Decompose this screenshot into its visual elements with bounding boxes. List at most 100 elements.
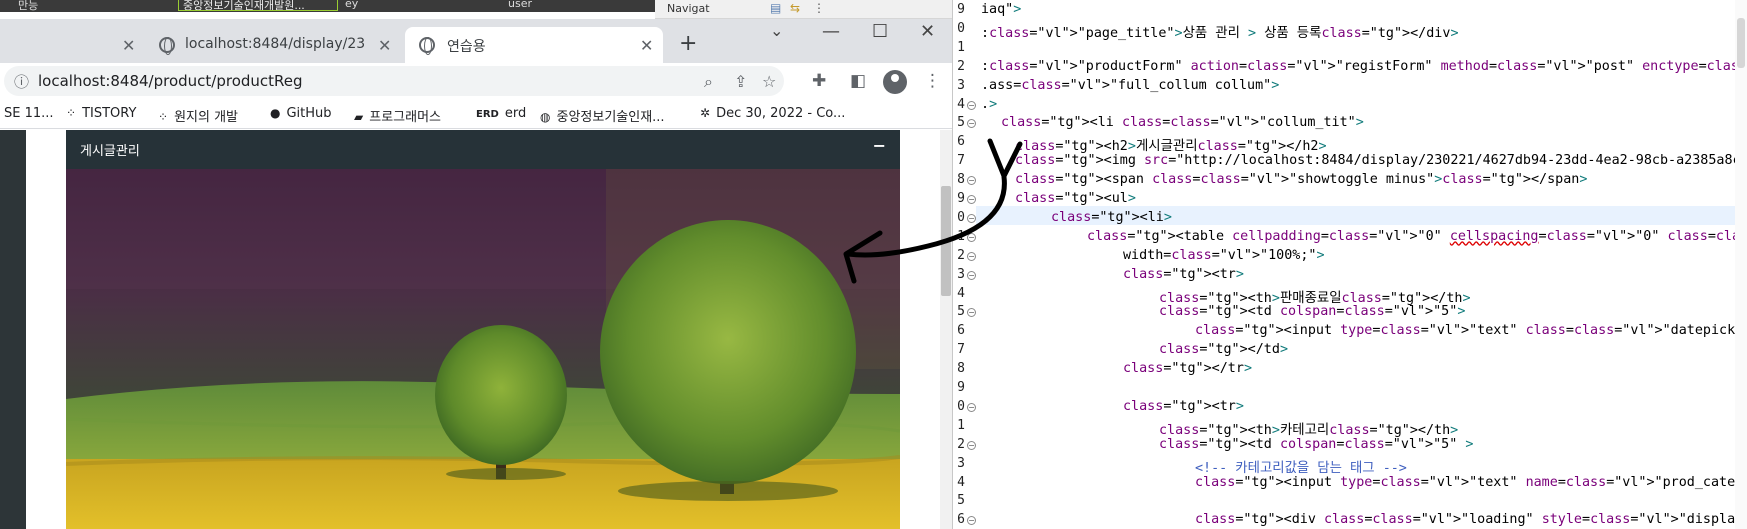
editor-scrollbar-thumb[interactable] xyxy=(1737,18,1745,68)
fold-toggle-icon[interactable]: − xyxy=(967,100,976,110)
bookmark-item[interactable]: ERD erd xyxy=(476,106,526,121)
bookmark-item[interactable]: ▰ 프로그래머스 xyxy=(354,106,441,125)
background-label-ey: ey xyxy=(345,0,359,10)
line-number: 9 xyxy=(957,380,965,395)
background-window-strip: 만능 중앙정보기술인재개발원... ey user xyxy=(0,0,655,12)
view-menu-icon[interactable]: ⋮ xyxy=(813,1,825,15)
minimize-icon[interactable]: — xyxy=(822,21,840,42)
extensions-icon[interactable]: ✚ xyxy=(812,71,826,91)
close-tab-icon[interactable]: ✕ xyxy=(378,36,391,55)
close-tab-icon[interactable]: ✕ xyxy=(122,36,135,55)
collapse-all-icon[interactable]: ▤ xyxy=(770,1,781,15)
code-line[interactable]: iaq"> xyxy=(981,2,1021,17)
link-editor-icon[interactable]: ⇆ xyxy=(790,1,800,15)
code-line[interactable]: class="tg"><td colspan=class="vl">"5"> xyxy=(1159,304,1465,319)
fold-toggle-icon[interactable]: − xyxy=(967,232,976,242)
fold-toggle-icon[interactable]: − xyxy=(967,516,976,526)
tree-landscape-photo xyxy=(66,169,900,529)
tistory-icon: ⁘ xyxy=(66,106,77,120)
tab-display-image[interactable]: localhost:8484/display/230221 ✕ xyxy=(145,27,400,63)
code-line[interactable]: class="tg"><table cellpadding=class="vl"… xyxy=(1087,229,1747,244)
code-line[interactable]: class="tg"><li class=class="vl">"collum_… xyxy=(1001,115,1364,130)
line-number: 2 xyxy=(957,247,965,263)
code-line[interactable]: class="tg"><div class=class="vl">"loadin… xyxy=(1195,512,1747,527)
side-panel-icon[interactable]: ◧ xyxy=(850,71,866,91)
line-number: 6 xyxy=(957,512,965,528)
fold-toggle-icon[interactable]: − xyxy=(967,119,976,129)
programmers-icon: ▰ xyxy=(354,110,364,124)
bookmark-item[interactable]: ● GitHub xyxy=(270,106,332,121)
profile-avatar[interactable] xyxy=(883,70,907,94)
code-line[interactable]: <!-- 카테고리값을 담는 태그 --> xyxy=(1195,456,1407,476)
close-window-icon[interactable]: ✕ xyxy=(920,21,935,42)
line-number: 8 xyxy=(957,172,965,188)
tab-search-chevron-icon[interactable]: ⌄ xyxy=(770,21,783,40)
url-text: localhost:8484/product/productReg xyxy=(38,72,303,90)
code-line[interactable]: class="tg"><th>카테고리class="tg"></th> xyxy=(1159,418,1458,438)
background-label-user: user xyxy=(508,0,532,10)
code-line[interactable]: class="tg"><ul> xyxy=(1015,191,1136,206)
bookmark-item[interactable]: ⁘ 원지의 개발 xyxy=(158,106,238,125)
bookmark-item[interactable]: ⁘ TISTORY xyxy=(66,106,136,121)
landscape-image xyxy=(66,169,900,529)
editor-scrollbar[interactable] xyxy=(1735,0,1747,529)
new-tab-icon[interactable]: + xyxy=(679,31,697,56)
code-editor[interactable]: 9 0 1 2 3 4−5−6 7 8−9−0−1−2−3−4 5−6 7 8 9 0−1 2−3 4 5 6−… xyxy=(953,0,1747,529)
code-line[interactable]: width=class="vl">"100%;"> xyxy=(1123,248,1325,263)
line-number: 9 xyxy=(957,2,965,17)
line-number: 0 xyxy=(957,20,965,36)
code-line[interactable]: class="tg"><tr> xyxy=(1123,267,1244,282)
code-line[interactable]: :class="vl">"productForm" action=class="… xyxy=(981,59,1747,74)
line-number: 4 xyxy=(957,285,965,301)
page-scrollbar[interactable] xyxy=(940,130,952,529)
bookmark-item[interactable]: SE 11... xyxy=(4,106,54,121)
fold-toggle-icon[interactable]: − xyxy=(967,308,976,318)
code-line[interactable]: class="tg"><tr> xyxy=(1123,399,1244,414)
line-number: 8 xyxy=(957,361,965,377)
code-line[interactable]: class="tg"><th>판매종료일class="tg"></th> xyxy=(1159,286,1471,306)
code-line[interactable]: class="tg"></td> xyxy=(1159,342,1288,357)
collapse-toggle-button[interactable]: − xyxy=(873,136,886,155)
site-info-icon[interactable]: ⓘ xyxy=(14,71,29,92)
fold-toggle-icon[interactable]: − xyxy=(967,176,976,186)
share-icon[interactable]: ⇪ xyxy=(734,72,747,91)
fold-toggle-icon[interactable]: − xyxy=(967,402,976,412)
address-bar[interactable]: ⓘ localhost:8484/product/productReg ⌕ ⇪ … xyxy=(4,66,784,96)
fold-toggle-icon[interactable]: − xyxy=(967,213,976,223)
fold-toggle-icon[interactable]: − xyxy=(967,251,976,261)
line-number: 6 xyxy=(957,323,965,339)
code-line[interactable]: class="tg"><h2>게시글관리class="tg"></h2> xyxy=(1015,134,1327,154)
navigator-label[interactable]: Navigat xyxy=(667,2,710,15)
bookmark-item[interactable]: ✲ Dec 30, 2022 - Co... xyxy=(700,106,845,121)
fold-toggle-icon[interactable]: − xyxy=(967,195,976,204)
code-line[interactable]: class="tg"></tr> xyxy=(1123,361,1252,376)
line-number: 1 xyxy=(957,228,965,244)
code-line[interactable]: .ass=class="vl">"full_collum collum"> xyxy=(981,78,1279,93)
code-line[interactable]: class="tg"><span class=class="vl">"showt… xyxy=(1015,172,1587,187)
tab-active[interactable]: 연습용 ✕ xyxy=(405,27,663,63)
code-line[interactable]: class="tg"><img src="http://localhost:84… xyxy=(1015,153,1741,168)
bookmark-star-icon[interactable]: ☆ xyxy=(762,72,776,91)
line-number: 2 xyxy=(957,436,965,452)
code-line[interactable]: .> xyxy=(981,97,997,112)
tab-previous[interactable]: ✕ xyxy=(0,27,140,63)
chrome-browser-window: ✕ localhost:8484/display/230221 ✕ 연습용 ✕ … xyxy=(0,19,952,529)
panel-header: 게시글관리 − xyxy=(66,130,900,169)
zoom-icon[interactable]: ⌕ xyxy=(704,72,713,92)
tistory-icon: ⁘ xyxy=(158,110,169,124)
code-line[interactable]: class="tg"><td colspan=class="vl">"5" > xyxy=(1159,437,1473,452)
code-line[interactable]: class="tg"><li> xyxy=(1051,210,1172,225)
toolbar: ⓘ localhost:8484/product/productReg ⌕ ⇪ … xyxy=(0,63,952,99)
scrollbar-thumb[interactable] xyxy=(941,186,951,296)
fold-toggle-icon[interactable]: − xyxy=(967,270,976,280)
fold-toggle-icon[interactable]: − xyxy=(967,440,976,450)
tab-title: localhost:8484/display/230221 xyxy=(185,36,365,52)
close-tab-icon[interactable]: ✕ xyxy=(640,36,653,55)
maximize-icon[interactable]: ☐ xyxy=(872,21,888,42)
code-line[interactable]: class="tg"><input type=class="vl">"text"… xyxy=(1195,323,1747,338)
chrome-menu-icon[interactable]: ⋮ xyxy=(924,71,941,91)
line-number: 5 xyxy=(957,115,965,131)
bookmark-item[interactable]: ◍ 중앙정보기술인재... xyxy=(540,106,665,125)
code-line[interactable]: class="tg"><input type=class="vl">"text"… xyxy=(1195,475,1747,490)
code-line[interactable]: :class="vl">"page_title">상품 관리 > 상품 등록cl… xyxy=(981,21,1459,41)
